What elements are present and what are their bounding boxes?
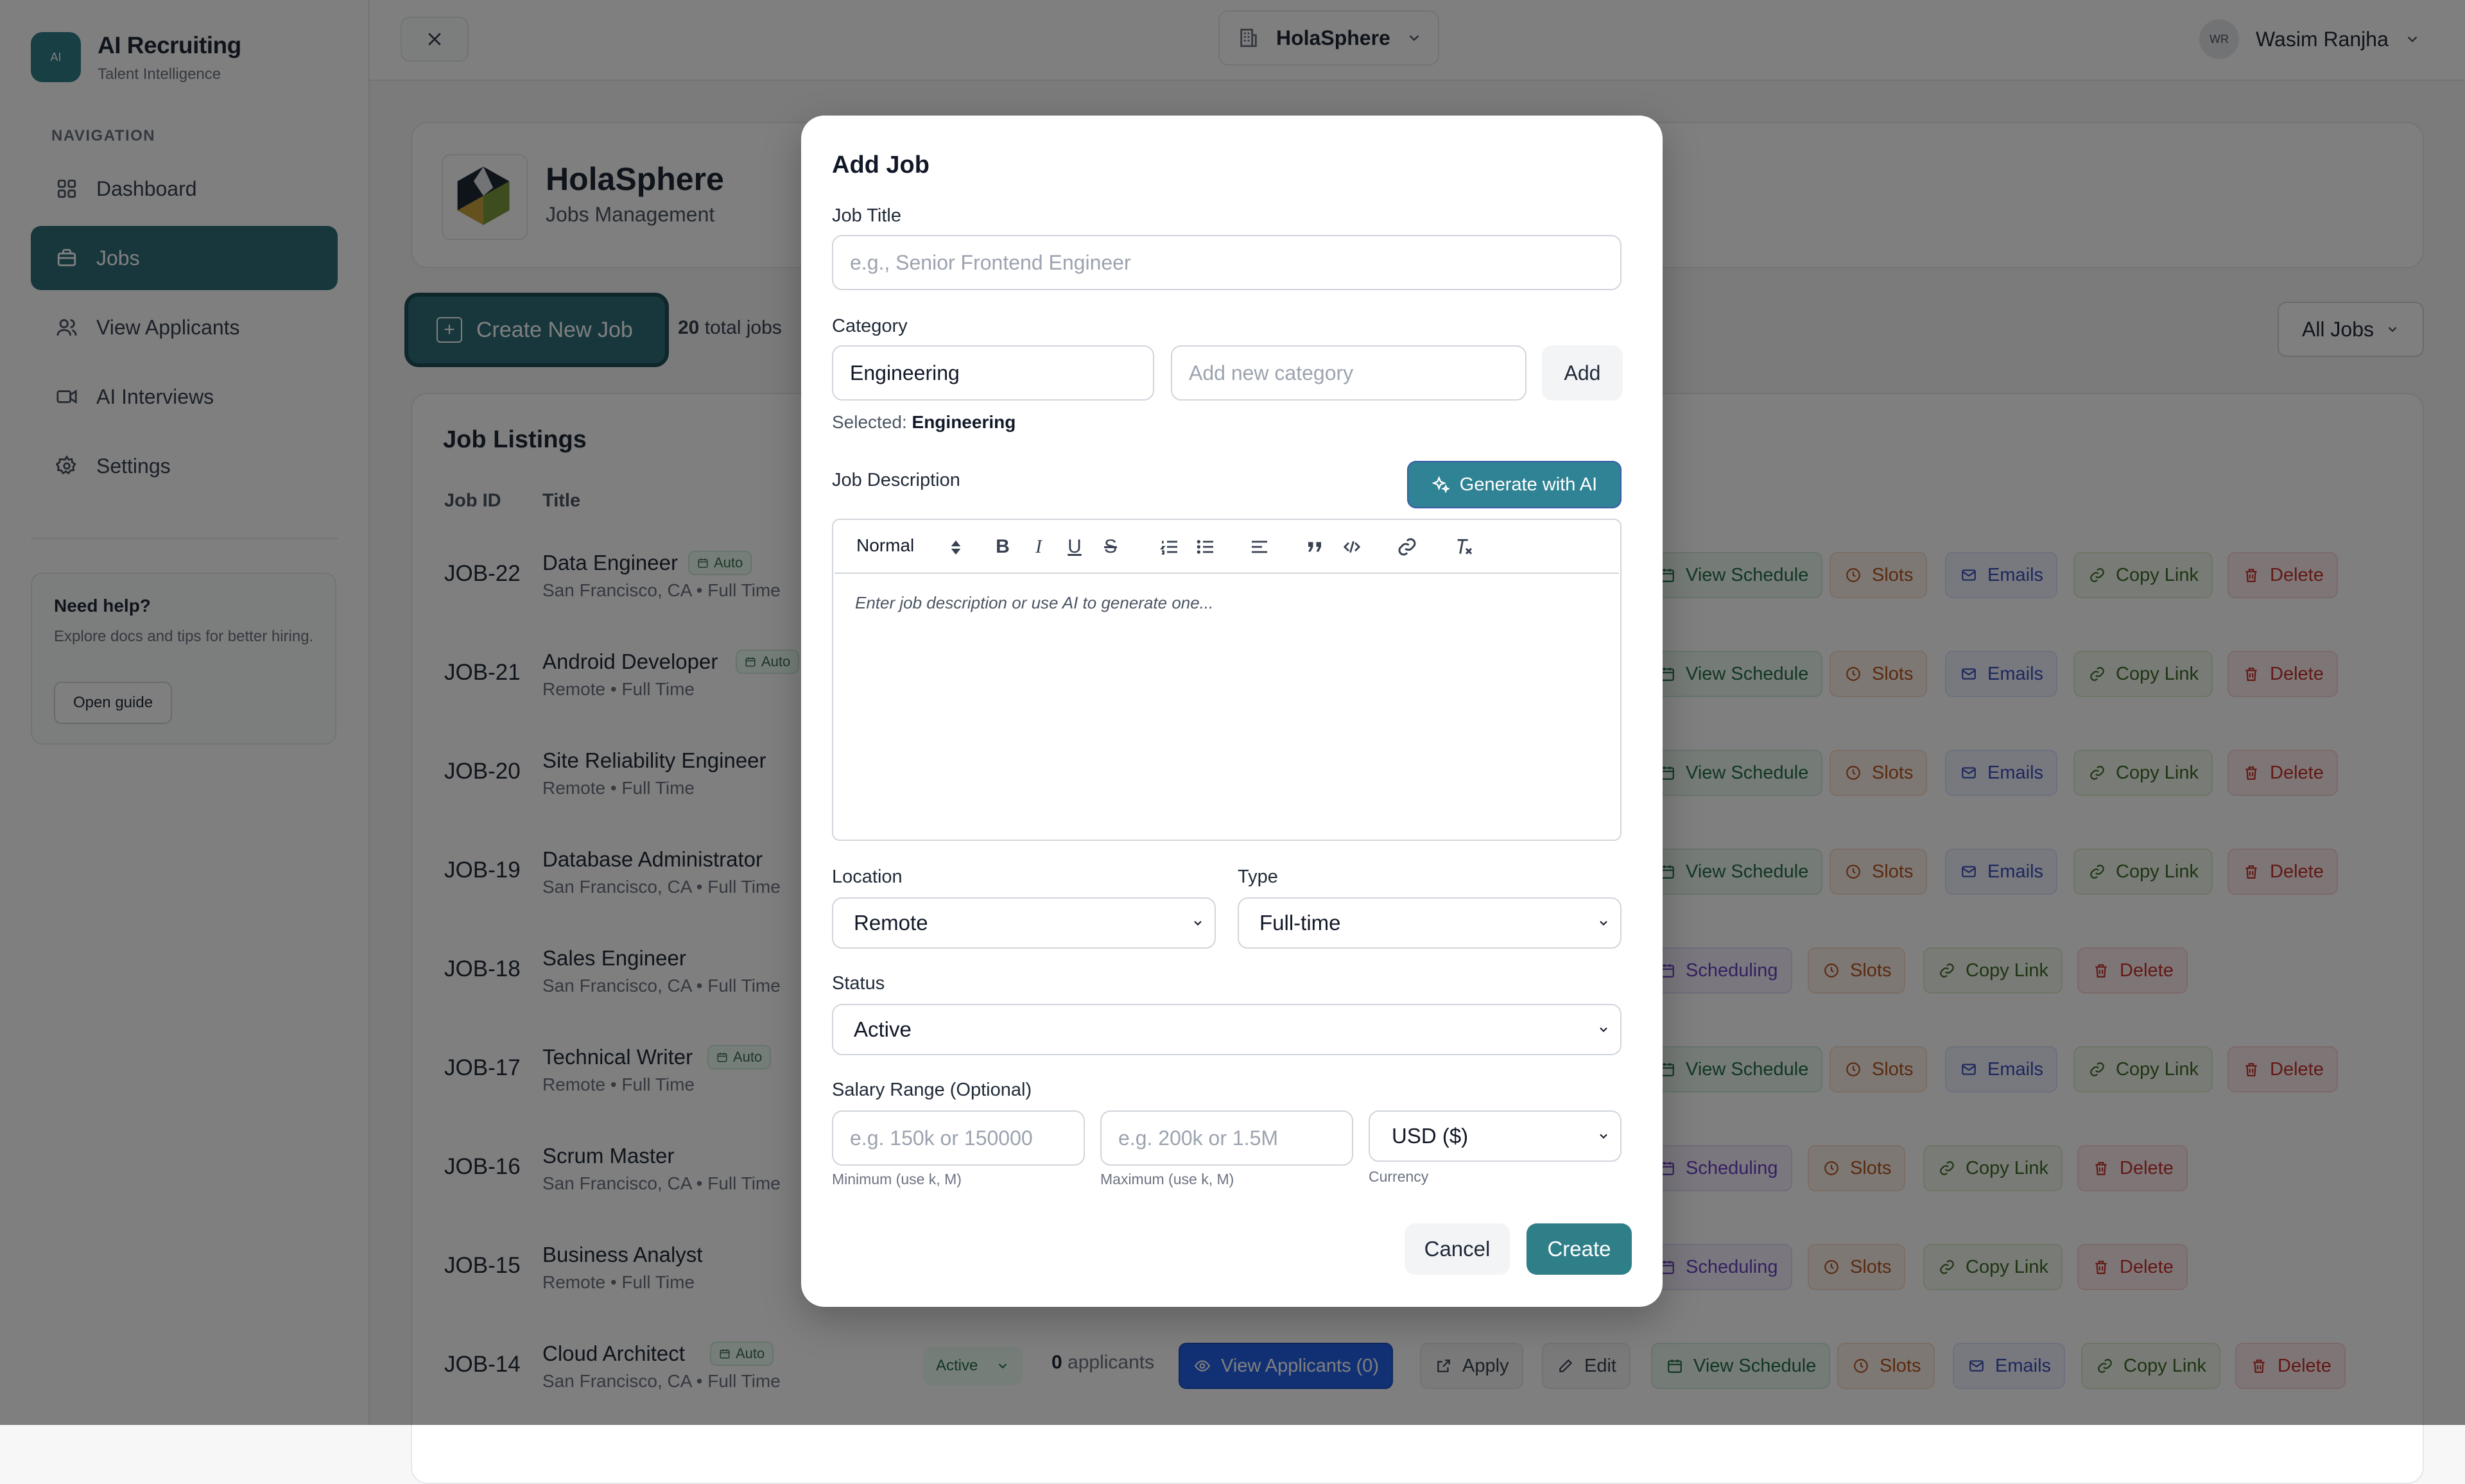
align-left-icon[interactable] (1248, 535, 1271, 558)
chevron-down-icon (1600, 920, 1607, 926)
salary-min-hint: Minimum (use k, M) (832, 1171, 962, 1187)
editor-toolbar: Normal B I U S (835, 521, 1619, 574)
salary-max-input[interactable]: e.g. 200k or 1.5M (1100, 1110, 1353, 1166)
type-select[interactable]: Full-time (1238, 897, 1622, 949)
strikethrough-icon[interactable]: S (1099, 535, 1122, 558)
chevron-down-icon (1194, 920, 1202, 926)
bullet-list-icon[interactable] (1194, 535, 1217, 558)
link-icon[interactable] (1396, 535, 1419, 558)
salary-min-input[interactable]: e.g. 150k or 150000 (832, 1110, 1085, 1166)
selected-category: Selected: Engineering (832, 412, 1016, 432)
new-category-input[interactable]: Add new category (1171, 345, 1527, 401)
status-select[interactable]: Active (832, 1004, 1622, 1055)
add-job-modal: Add Job Job Title e.g., Senior Frontend … (801, 116, 1663, 1307)
ordered-list-icon[interactable] (1158, 535, 1181, 558)
create-button[interactable]: Create (1527, 1223, 1632, 1275)
underline-icon[interactable]: U (1063, 535, 1086, 558)
cancel-button[interactable]: Cancel (1405, 1223, 1510, 1275)
add-category-button[interactable]: Add (1542, 345, 1623, 401)
modal-title: Add Job (832, 151, 930, 178)
format-select[interactable]: Normal (856, 535, 914, 556)
currency-hint: Currency (1369, 1168, 1429, 1185)
job-description-label: Job Description (832, 470, 960, 490)
status-label: Status (832, 973, 885, 994)
salary-range-label: Salary Range (Optional) (832, 1080, 1032, 1100)
type-label: Type (1238, 867, 1278, 887)
job-title-label: Job Title (832, 205, 901, 226)
updown-icon (951, 540, 961, 555)
italic-icon[interactable]: I (1027, 535, 1050, 558)
currency-select[interactable]: USD ($) (1369, 1110, 1622, 1162)
quote-icon[interactable] (1303, 535, 1326, 558)
location-select[interactable]: Remote (832, 897, 1216, 949)
salary-max-hint: Maximum (use k, M) (1100, 1171, 1234, 1187)
code-icon[interactable] (1340, 535, 1363, 558)
clear-format-icon[interactable] (1452, 535, 1475, 558)
bold-icon[interactable]: B (991, 535, 1014, 558)
category-label: Category (832, 316, 908, 336)
generate-with-ai-button[interactable]: Generate with AI (1407, 461, 1622, 508)
location-label: Location (832, 867, 903, 887)
category-select[interactable]: Engineering (832, 345, 1154, 401)
editor-content[interactable]: Enter job description or use AI to gener… (855, 593, 1213, 613)
chevron-down-icon (1600, 1134, 1607, 1139)
sparkles-icon (1431, 476, 1449, 494)
job-title-input[interactable]: e.g., Senior Frontend Engineer (832, 235, 1622, 290)
chevron-down-icon (1600, 1027, 1607, 1032)
rich-text-editor: Normal B I U S Enter job description or … (832, 519, 1622, 841)
